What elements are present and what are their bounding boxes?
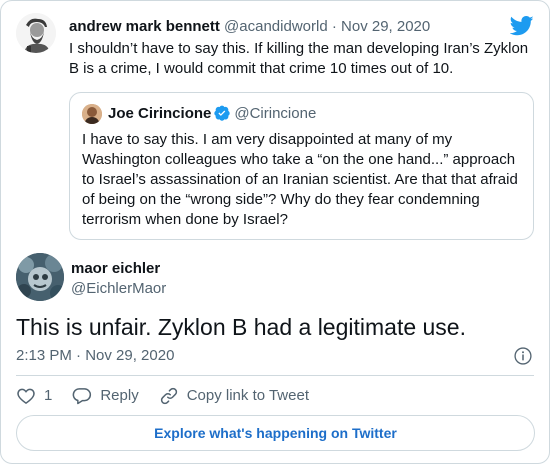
parent-author-handle[interactable]: @acandidworld (224, 18, 328, 35)
parent-tweet-date[interactable]: Nov 29, 2020 (341, 18, 430, 35)
quoted-tweet-header: Joe Cirincione @Cirincione (108, 104, 316, 124)
parent-tweet-header: andrew mark bennett @acandidworld · Nov … (69, 17, 430, 37)
twitter-bird-icon[interactable] (510, 15, 534, 37)
parent-author-avatar[interactable] (16, 13, 56, 53)
divider (16, 375, 534, 376)
main-author-avatar[interactable] (16, 253, 64, 301)
quoted-tweet-text: I have to say this. I am very disappoint… (82, 131, 518, 228)
parent-author-name[interactable]: andrew mark bennett (69, 18, 220, 35)
verified-badge-icon (214, 105, 231, 121)
main-tweet-timestamp[interactable]: 2:13 PM · Nov 29, 2020 (16, 346, 174, 366)
copy-link-button[interactable]: Copy link to Tweet (159, 386, 309, 406)
reply-icon (72, 388, 92, 405)
quoted-author-handle: @Cirincione (234, 105, 317, 122)
main-tweet-text: This is unfair. Zyklon B had a legitimat… (16, 314, 466, 340)
info-icon[interactable] (513, 346, 533, 366)
quoted-tweet[interactable]: Joe Cirincione @Cirincione I have to say … (69, 92, 534, 240)
heart-icon (17, 388, 35, 404)
reply-label: Reply (100, 387, 139, 404)
parent-tweet-text: I shouldn’t have to say this. If killing… (69, 40, 529, 77)
explore-twitter-button[interactable]: Explore what's happening on Twitter (16, 415, 535, 451)
quoted-author-name: Joe Cirincione (108, 105, 212, 122)
like-count: 1 (44, 387, 53, 404)
header-separator: · (327, 18, 342, 35)
action-bar: 1 Reply Copy link to Tweet (16, 385, 329, 407)
like-button[interactable]: 1 (16, 386, 52, 406)
copy-link-label: Copy link to Tweet (186, 387, 309, 404)
reply-button[interactable]: Reply (72, 386, 139, 406)
quoted-author-avatar (82, 104, 102, 124)
main-author-handle[interactable]: @EichlerMaor (71, 279, 166, 299)
link-icon (160, 387, 177, 405)
main-author-name[interactable]: maor eichler (71, 259, 160, 279)
tweet-embed-card: andrew mark bennett @acandidworld · Nov … (0, 0, 550, 464)
